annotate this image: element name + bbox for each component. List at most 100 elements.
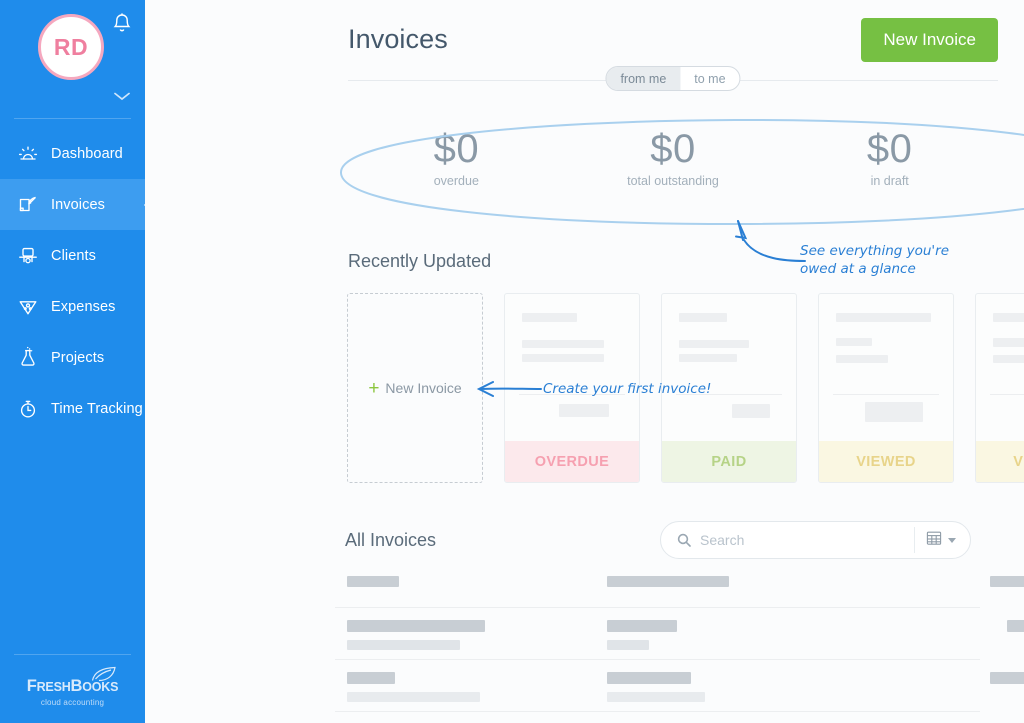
skeleton-block [732, 404, 770, 418]
summary-bar: $0 overdue $0 total outstanding $0 in dr… [348, 128, 998, 220]
summary-total-outstanding[interactable]: $0 total outstanding [565, 128, 782, 220]
summary-value: $0 [433, 127, 480, 171]
skeleton-cell [347, 640, 460, 650]
skeleton-cell [347, 620, 485, 632]
grid-view-icon [926, 530, 942, 551]
skeleton-bar [993, 313, 1024, 322]
toggle-divider: from me to me [348, 66, 998, 91]
new-invoice-button[interactable]: New Invoice [861, 18, 998, 62]
sidebar-item-time-tracking[interactable]: Time Tracking [0, 383, 145, 434]
invoice-card[interactable]: VIEWED [975, 293, 1024, 483]
logo-resh: RESH [36, 680, 71, 694]
sidebar-nav: Dashboard Invoices Clients Expenses Proj… [0, 128, 145, 434]
annotation-line-1: See everything you're [800, 243, 950, 259]
new-invoice-card-label: New Invoice [385, 380, 462, 396]
page-title: Invoices [348, 24, 448, 54]
invoice-card[interactable]: VIEWED [818, 293, 954, 483]
skeleton-bar [679, 354, 737, 362]
app-root: RD Dashboard Invoices Clients Expenses P… [0, 0, 1024, 723]
annotation-line-2: owed at a glance [800, 261, 916, 278]
sidebar-item-clients[interactable]: Clients [0, 230, 145, 281]
skeleton-block [559, 404, 609, 417]
search-input[interactable] [700, 532, 914, 548]
table-row[interactable] [335, 566, 1024, 608]
status-badge: VIEWED [976, 441, 1024, 482]
skeleton-bar [522, 313, 577, 322]
skeleton-cell [347, 672, 395, 684]
skeleton-bar [679, 340, 749, 348]
main-content: Invoices New Invoice from me to me $0 ov… [145, 0, 1024, 723]
invoice-quill-icon [14, 191, 42, 219]
recently-updated-title: Recently Updated [348, 251, 492, 271]
sidebar-item-label: Expenses [51, 298, 116, 315]
status-badge: VIEWED [819, 441, 953, 482]
toggle-option-from-me[interactable]: from me [606, 67, 681, 90]
card-divider [833, 394, 939, 395]
toggle-option-to-me[interactable]: to me [680, 67, 739, 90]
skeleton-bar [679, 313, 727, 322]
skeleton-bar [522, 340, 604, 348]
skeleton-cell [990, 576, 1024, 587]
logo-f: F [26, 677, 37, 695]
projects-flask-icon [14, 344, 42, 372]
all-invoices-table [335, 566, 1024, 712]
logo-ooks: OOKS [82, 680, 119, 694]
card-divider [990, 394, 1024, 395]
sidebar-profile-area: RD [0, 0, 145, 118]
dashboard-sun-icon [14, 140, 42, 168]
logo-wordmark: FRESHBOOKS [0, 677, 145, 696]
chevron-down-icon[interactable] [113, 88, 131, 101]
avatar[interactable]: RD [38, 14, 104, 80]
skeleton-cell [607, 620, 677, 632]
new-invoice-annotation-text: Create your first invoice! [543, 381, 712, 397]
sidebar-divider-top [14, 118, 131, 119]
all-invoices-title: All Invoices [345, 530, 437, 550]
skeleton-cell [607, 692, 705, 702]
skeleton-cell [347, 576, 399, 587]
skeleton-cell [607, 640, 649, 650]
stopwatch-icon [14, 395, 42, 423]
summary-overdue[interactable]: $0 overdue [348, 128, 565, 220]
from-to-toggle[interactable]: from me to me [605, 66, 741, 91]
skeleton-cell [990, 672, 1024, 684]
skeleton-bar [836, 338, 872, 346]
sidebar: RD Dashboard Invoices Clients Expenses P… [0, 0, 145, 723]
logo-tagline: cloud accounting [40, 698, 105, 707]
search-icon [677, 533, 691, 547]
sidebar-item-expenses[interactable]: Expenses [0, 281, 145, 332]
table-row[interactable] [335, 608, 1024, 660]
summary-annotation-text: See everything you're owed at a glance [800, 242, 1000, 278]
bell-icon[interactable] [111, 12, 133, 36]
leaf-icon [91, 666, 117, 682]
new-invoice-card[interactable]: + New Invoice [347, 293, 483, 483]
status-badge: OVERDUE [505, 441, 639, 482]
sidebar-item-invoices[interactable]: Invoices [0, 179, 145, 230]
sidebar-item-label: Dashboard [51, 145, 123, 162]
summary-label: total outstanding [627, 174, 719, 188]
skeleton-cell [347, 692, 480, 702]
sidebar-item-projects[interactable]: Projects [0, 332, 145, 383]
sidebar-item-dashboard[interactable]: Dashboard [0, 128, 145, 179]
sidebar-item-label: Invoices [51, 196, 105, 213]
clients-icon [14, 242, 42, 270]
sidebar-item-label: Time Tracking [51, 400, 143, 417]
logo-b: B [70, 677, 83, 695]
summary-value: $0 [866, 127, 913, 171]
skeleton-block [865, 402, 923, 422]
grid-view-button[interactable] [915, 530, 970, 551]
sidebar-item-label: Projects [51, 349, 105, 366]
sidebar-item-label: Clients [51, 247, 97, 264]
expenses-pie-icon [14, 293, 42, 321]
skeleton-cell [607, 576, 729, 587]
table-row[interactable] [335, 660, 1024, 712]
freshbooks-logo: FRESHBOOKS cloud accounting [0, 666, 145, 707]
summary-in-draft[interactable]: $0 in draft [781, 128, 998, 220]
summary-label: overdue [433, 174, 479, 188]
sidebar-divider-bottom [14, 654, 131, 655]
skeleton-bar [836, 355, 888, 363]
skeleton-bar [836, 313, 931, 322]
search-bar[interactable] [660, 521, 971, 559]
summary-label: in draft [870, 174, 909, 188]
plus-icon: + [368, 377, 380, 399]
skeleton-bar [993, 338, 1024, 347]
